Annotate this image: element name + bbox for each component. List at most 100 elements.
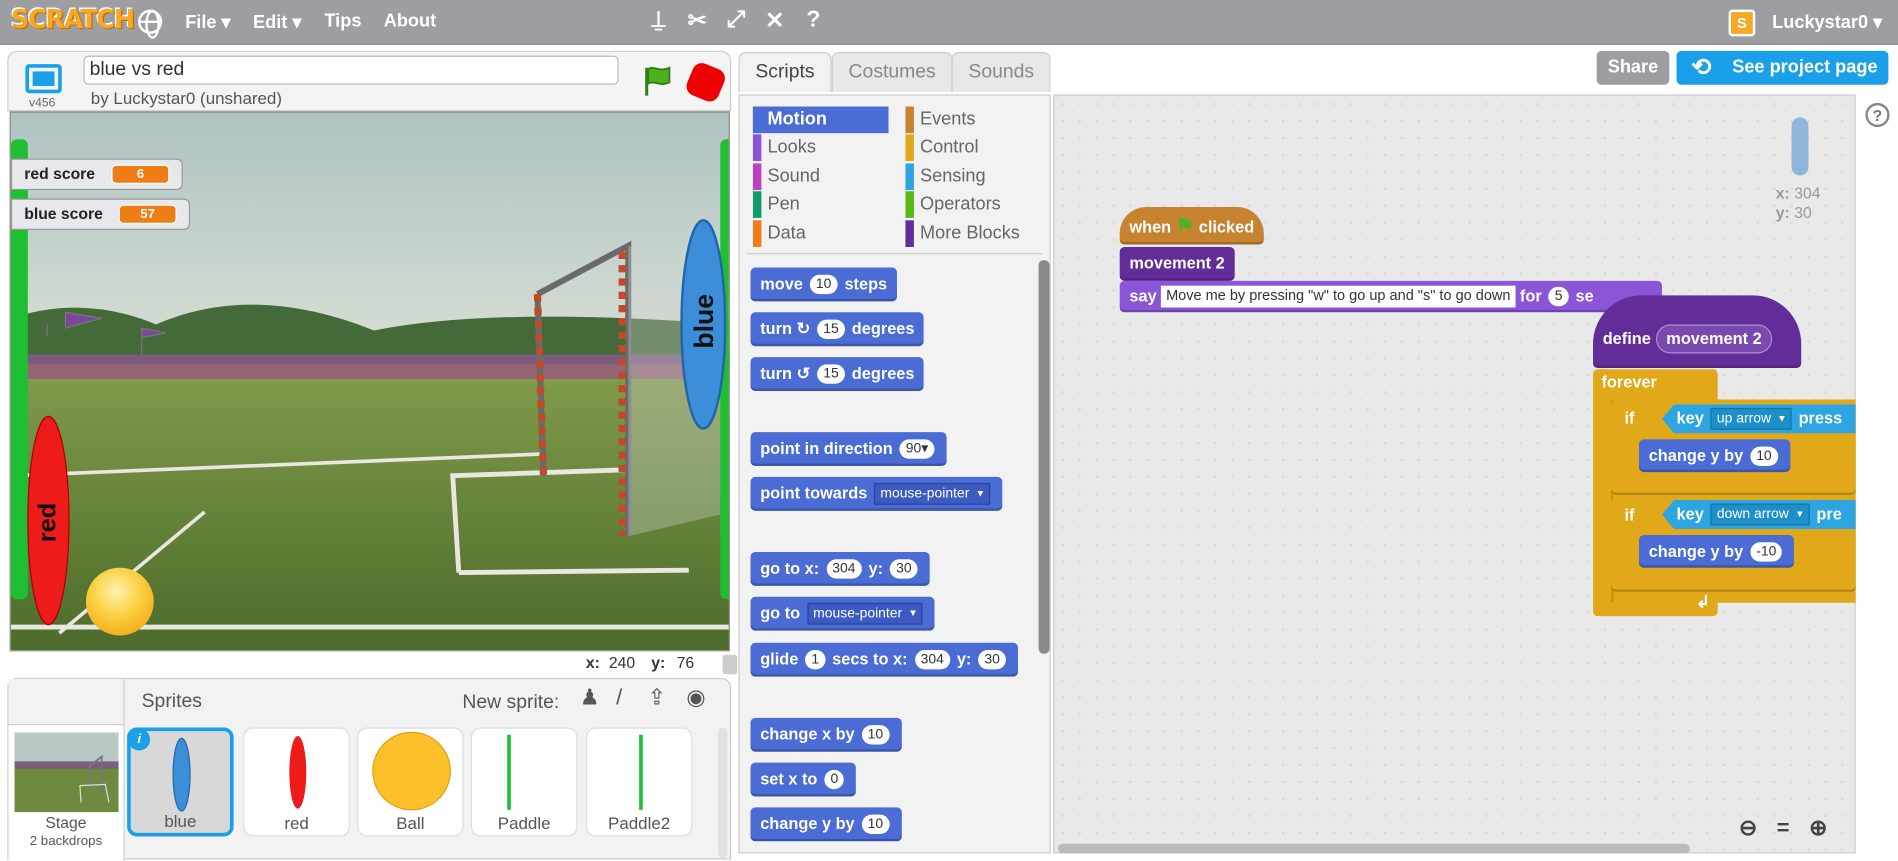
menu-edit[interactable]: Edit ▾ bbox=[253, 11, 301, 33]
scripts-help-icon[interactable]: ? bbox=[1865, 102, 1890, 128]
sprite-thumbnail bbox=[507, 734, 511, 810]
user-avatar-icon[interactable]: S bbox=[1728, 9, 1756, 37]
sprite-thumbnail bbox=[639, 734, 643, 810]
cut-icon[interactable]: ✂ bbox=[683, 7, 712, 35]
sprite-tile-blue[interactable]: i blue bbox=[127, 727, 234, 837]
language-globe-icon[interactable] bbox=[137, 9, 163, 39]
user-menu[interactable]: Luckystar0 ▾ bbox=[1772, 11, 1882, 33]
sprites-panel: Stage 2 backdrops Sprites New sprite: ♟ … bbox=[7, 677, 732, 861]
shrink-icon[interactable]: ✕ bbox=[760, 7, 789, 35]
category-motion[interactable]: Motion bbox=[752, 106, 889, 134]
category-sound[interactable]: Sound bbox=[752, 163, 889, 191]
sprite-info-icon[interactable]: i bbox=[128, 728, 151, 751]
key-pressed-down-block[interactable]: key down arrow pre bbox=[1662, 499, 1856, 529]
see-project-label: See project page bbox=[1732, 56, 1878, 78]
mouse-y-value: 76 bbox=[676, 653, 695, 672]
if-label: if bbox=[1624, 505, 1635, 525]
sprite-name: blue bbox=[164, 811, 197, 831]
category-data[interactable]: Data bbox=[752, 220, 889, 247]
monitor-value: 6 bbox=[111, 164, 170, 184]
loop-arrow-icon: ↲ bbox=[1695, 591, 1711, 612]
palette-scrollbar[interactable] bbox=[1038, 260, 1050, 654]
paint-sprite-icon[interactable]: / bbox=[616, 685, 622, 710]
scripts-horizontal-scrollbar[interactable] bbox=[1057, 843, 1690, 854]
grow-icon[interactable]: ⤢ bbox=[721, 7, 750, 34]
refresh-icon: ⟲ bbox=[1691, 54, 1712, 82]
help-icon[interactable]: ? bbox=[799, 7, 828, 34]
point-in-direction-block[interactable]: point in direction 90▾ bbox=[750, 432, 947, 467]
change-y-down-block[interactable]: change y by -10 bbox=[1639, 535, 1795, 568]
see-project-page-button[interactable]: ⟲ See project page bbox=[1676, 50, 1889, 85]
menu-about[interactable]: About bbox=[384, 11, 436, 32]
category-control[interactable]: Control bbox=[905, 134, 1041, 161]
category-looks[interactable]: Looks bbox=[752, 134, 889, 161]
glide-block[interactable]: glide 1 secs to x: 304 y: 30 bbox=[750, 642, 1019, 677]
category-pen[interactable]: Pen bbox=[752, 191, 889, 218]
monitor-label: red score bbox=[24, 164, 96, 183]
set-x-block[interactable]: set x to 0 bbox=[750, 762, 857, 797]
change-x-block[interactable]: change x by 10 bbox=[750, 717, 902, 752]
category-sensing[interactable]: Sensing bbox=[905, 163, 1041, 191]
stage-selector[interactable]: Stage 2 backdrops bbox=[8, 679, 125, 861]
fullscreen-icon[interactable] bbox=[25, 64, 62, 94]
project-byline: by Luckystar0 (unshared) bbox=[90, 88, 283, 108]
say-for-secs-block[interactable]: say Move me by pressing "w" to go up and… bbox=[1119, 280, 1663, 313]
sprite-name: Paddle2 bbox=[608, 813, 671, 833]
stage-header: v456 by Luckystar0 (unshared) bbox=[7, 50, 732, 112]
camera-sprite-icon[interactable]: ◉ bbox=[686, 685, 705, 710]
zoom-reset-icon[interactable]: = bbox=[1769, 816, 1798, 841]
when-flag-clicked-block[interactable]: when ⚑ clicked bbox=[1119, 206, 1264, 245]
scratch-logo[interactable]: SCRATCH bbox=[11, 5, 135, 34]
category-operators[interactable]: Operators bbox=[905, 191, 1041, 218]
sprites-title: Sprites bbox=[141, 691, 202, 712]
turn-left-block[interactable]: turn ↺ 15 degrees bbox=[750, 357, 925, 391]
change-y-up-block[interactable]: change y by 10 bbox=[1639, 439, 1790, 473]
go-to-xy-block[interactable]: go to x: 304 y: 30 bbox=[750, 551, 930, 586]
define-block[interactable]: define movement 2 bbox=[1593, 295, 1802, 368]
go-to-block[interactable]: go to mouse-pointer bbox=[750, 596, 935, 631]
forever-label: forever bbox=[1601, 372, 1657, 391]
current-sprite-preview bbox=[1791, 117, 1809, 176]
tab-costumes[interactable]: Costumes bbox=[831, 52, 953, 92]
green-flag-icon[interactable] bbox=[640, 64, 674, 98]
tab-sounds[interactable]: Sounds bbox=[951, 52, 1052, 92]
collapse-stage-handle[interactable] bbox=[722, 654, 738, 675]
zoom-in-icon[interactable]: ⊕ bbox=[1804, 816, 1833, 841]
menu-tips[interactable]: Tips bbox=[324, 11, 361, 32]
zoom-out-icon[interactable]: ⊖ bbox=[1733, 816, 1762, 841]
project-title-input[interactable] bbox=[83, 55, 619, 85]
menu-file[interactable]: File ▾ bbox=[185, 11, 230, 33]
move-steps-block[interactable]: move 10 steps bbox=[750, 267, 897, 302]
monitor-value: 57 bbox=[118, 204, 177, 224]
version-label: v456 bbox=[29, 96, 56, 111]
key-pressed-up-block[interactable]: key up arrow press bbox=[1662, 404, 1856, 434]
turn-right-block[interactable]: turn ↻ 15 degrees bbox=[750, 312, 925, 347]
stage-canvas[interactable]: blue red red score 6 blue score 57 bbox=[9, 111, 730, 652]
share-button[interactable]: Share bbox=[1596, 50, 1670, 85]
duplicate-icon[interactable]: ⍊ bbox=[644, 7, 673, 34]
sprites-scrollbar[interactable] bbox=[717, 727, 728, 859]
top-menu-bar: SCRATCH File ▾ Edit ▾ Tips About ⍊ ✂ ⤢ ✕… bbox=[0, 0, 1898, 45]
stop-icon[interactable] bbox=[683, 60, 728, 105]
upload-sprite-icon[interactable]: ⇪ bbox=[648, 685, 666, 710]
category-more-blocks[interactable]: More Blocks bbox=[905, 220, 1050, 247]
variable-monitor-red-score: red score 6 bbox=[10, 158, 183, 191]
mouse-y-label: y: bbox=[651, 653, 666, 672]
red-paddle-label: red bbox=[33, 502, 62, 543]
change-y-block[interactable]: change y by 10 bbox=[750, 807, 902, 842]
sprite-tile-paddle[interactable]: Paddle bbox=[470, 727, 578, 837]
monitor-label: blue score bbox=[24, 204, 103, 223]
category-events[interactable]: Events bbox=[905, 106, 1041, 134]
sprite-tile-ball[interactable]: Ball bbox=[357, 727, 464, 837]
movement-call-block[interactable]: movement 2 bbox=[1119, 246, 1235, 281]
variable-monitor-blue-score: blue score 57 bbox=[10, 198, 191, 230]
sprite-library-icon[interactable]: ♟ bbox=[580, 685, 600, 710]
sprite-tile-paddle2[interactable]: Paddle2 bbox=[585, 727, 693, 837]
stage-backdrop bbox=[10, 112, 729, 651]
mouse-x-value: 240 bbox=[608, 653, 636, 672]
point-towards-block[interactable]: point towards mouse-pointer bbox=[750, 476, 1003, 511]
sprite-name: red bbox=[284, 813, 309, 833]
tab-scripts[interactable]: Scripts bbox=[738, 52, 832, 92]
stage-thumbnail bbox=[14, 732, 119, 813]
sprite-tile-red[interactable]: red bbox=[243, 727, 350, 837]
